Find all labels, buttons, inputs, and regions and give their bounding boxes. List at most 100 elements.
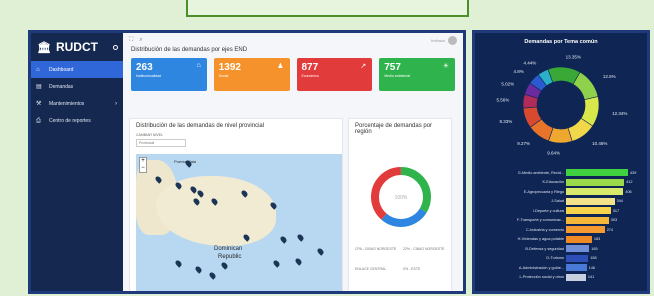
sidebar-toggle[interactable]	[113, 44, 118, 50]
bar-category-label: L-Protección social y otros	[519, 275, 564, 280]
bar-value-label: 158	[590, 256, 597, 261]
sidebar-item-label: Centro de reportes	[49, 117, 91, 124]
sidebar-item-reportes[interactable]: ⎙ Centro de reportes	[31, 112, 123, 129]
bar-value-label: 183	[593, 237, 601, 242]
donut-slice-label: 13.35%	[566, 55, 581, 60]
region-panel: Porcentaje de demandas por región 100% C…	[348, 118, 452, 291]
donut-slice-label: 8.33%	[499, 119, 512, 124]
sidebar-item-label: Mantenimientos	[49, 100, 85, 107]
brand: 🏛 RUDCT	[31, 33, 123, 61]
bar-row: L-Protección social y otros 141	[477, 273, 647, 283]
top-banner	[186, 0, 469, 17]
map-pin[interactable]	[272, 259, 281, 268]
users-icon: ♟	[277, 63, 284, 70]
donut-slice-label: 9.27%	[517, 141, 530, 146]
bar	[566, 197, 615, 205]
sidebar-item-dashboard[interactable]: ⌂ Dashboard	[31, 61, 123, 78]
sidebar-item-label: Dashboard	[49, 66, 74, 73]
bar-category-label: K-Educación	[542, 180, 564, 185]
map-panel: Distribución de las demandas de nivel pr…	[129, 118, 343, 291]
bar-category-label: A-Administración y gobie...	[518, 265, 564, 270]
bank-logo-icon: 🏛	[37, 41, 51, 54]
sidebar-item-mantenimientos[interactable]: ⚒ Mantenimientos ›	[31, 95, 123, 112]
level-select[interactable]: Provincial	[136, 139, 186, 147]
app-title: RUDCT	[55, 40, 98, 54]
stat-card-economico: 877 Económico ↗	[296, 58, 373, 91]
home-icon: ⌂	[36, 66, 40, 73]
book-icon: ▤	[36, 83, 42, 90]
donut-center-label: 100%	[395, 195, 408, 201]
bar-category-label: J-Salud	[551, 199, 564, 204]
user-menu[interactable]: Invitado	[431, 35, 457, 45]
bar-row: G-Medio ambiente, Recid... 439	[477, 168, 647, 178]
province-map[interactable]: + − Puerto Plata Dominican Republic	[136, 154, 342, 291]
zoom-control[interactable]: + −	[139, 157, 147, 173]
map-pin[interactable]	[208, 271, 217, 280]
bar-row: D-Turismo 158	[477, 254, 647, 264]
map-pin[interactable]	[194, 265, 203, 274]
map-landmass-east	[156, 176, 276, 246]
bar-value-label: 406	[625, 189, 632, 194]
bar	[566, 235, 592, 243]
wrench-icon: ⚒	[36, 100, 42, 107]
bar-category-label: D-Turismo	[546, 256, 564, 261]
bar-category-label: C-Industria y comercio	[526, 227, 564, 232]
bar-row: C-Industria y comercio 274	[477, 225, 647, 235]
map-pin[interactable]	[296, 233, 305, 242]
theme-bar-chart: G-Medio ambiente, Recid... 439 K-Educación…	[477, 168, 647, 283]
sidebar-nav: ⌂ Dashboard ▤ Demandas ⚒ Mantenimientos …	[31, 61, 123, 129]
bar	[566, 264, 587, 272]
stat-value: 757	[384, 62, 401, 73]
main-content: ⛶ ⌕ Invitado Distribución de las demanda…	[123, 33, 463, 291]
map-pin[interactable]	[294, 257, 303, 266]
bar	[566, 254, 589, 262]
donut-slice-label: 5.56%	[497, 98, 510, 103]
sidebar: 🏛 RUDCT ⌂ Dashboard ▤ Demandas ⚒ Manteni…	[31, 33, 123, 291]
legend-item: 0% - ESTE	[403, 267, 421, 271]
map-pin[interactable]	[174, 259, 183, 268]
trend-icon: ↗	[360, 63, 367, 70]
bar-value-label: 141	[587, 275, 595, 280]
stat-card-medio-ambiental: 757 Medio ambiental ☀	[379, 58, 455, 91]
map-pin[interactable]	[279, 235, 288, 244]
bar-value-label: 165	[591, 246, 598, 251]
bar-value-label: 317	[612, 208, 620, 213]
stat-label: Social	[218, 74, 229, 78]
bar-row: F-Transporte y comunicac... 303	[477, 216, 647, 226]
donut-slice-label: 12.34%	[612, 111, 627, 116]
bar-category-label: B-Defensa y seguridad	[525, 246, 564, 251]
stat-card-social: 1392 Social ♟	[213, 58, 290, 91]
bar-row: E-Agropecuaria y Riego 406	[477, 187, 647, 197]
stat-value: 877	[301, 62, 319, 73]
search-icon[interactable]: ⌕	[139, 37, 142, 44]
map-panel-title: Distribución de las demandas de nivel pr…	[136, 123, 265, 129]
bar-category-label: E-Agropecuaria y Riego	[523, 189, 564, 194]
stat-value: 263	[136, 62, 153, 73]
filter-label: CAMBIAR NIVEL	[136, 133, 164, 137]
bar-row: B-Defensa y seguridad 165	[477, 244, 647, 254]
bar-row: A-Administración y gobie... 146	[477, 263, 647, 273]
fullscreen-icon[interactable]: ⛶	[129, 37, 133, 44]
bar-row: K-Educación 412	[477, 178, 647, 188]
map-pin[interactable]	[316, 247, 325, 256]
bar	[566, 178, 625, 186]
donut-slice-label: 4.8%	[513, 69, 523, 74]
bar-value-label: 303	[610, 218, 618, 223]
region-donut: 100%	[371, 167, 431, 227]
bar-value-label: 439	[630, 170, 637, 175]
dashboard-window: 🏛 RUDCT ⌂ Dashboard ▤ Demandas ⚒ Manteni…	[28, 30, 466, 294]
sidebar-item-demandas[interactable]: ▤ Demandas	[31, 78, 123, 95]
chevron-right-icon: ›	[115, 100, 117, 107]
bar-category-label: G-Medio ambiente, Recid...	[517, 170, 564, 175]
bar-row: I-Deporte y cultura 317	[477, 206, 647, 216]
legend-item: 22% - CIBAO NOROESTE	[403, 247, 445, 251]
bar-value-label: 412	[626, 180, 633, 185]
bar	[566, 188, 624, 196]
section-title: Distribución de las demandas por ejes EN…	[131, 47, 248, 53]
bar	[566, 169, 628, 177]
map-pin[interactable]	[220, 261, 229, 270]
legend-item: CPA - CIBAO NOROESTE	[355, 247, 397, 251]
theme-donut-chart: 13.35% 12.5% 12.34% 10.46% 9.64% 9.27% 8.33% 5.…	[497, 55, 628, 156]
avatar	[448, 35, 457, 45]
bar	[566, 216, 609, 224]
